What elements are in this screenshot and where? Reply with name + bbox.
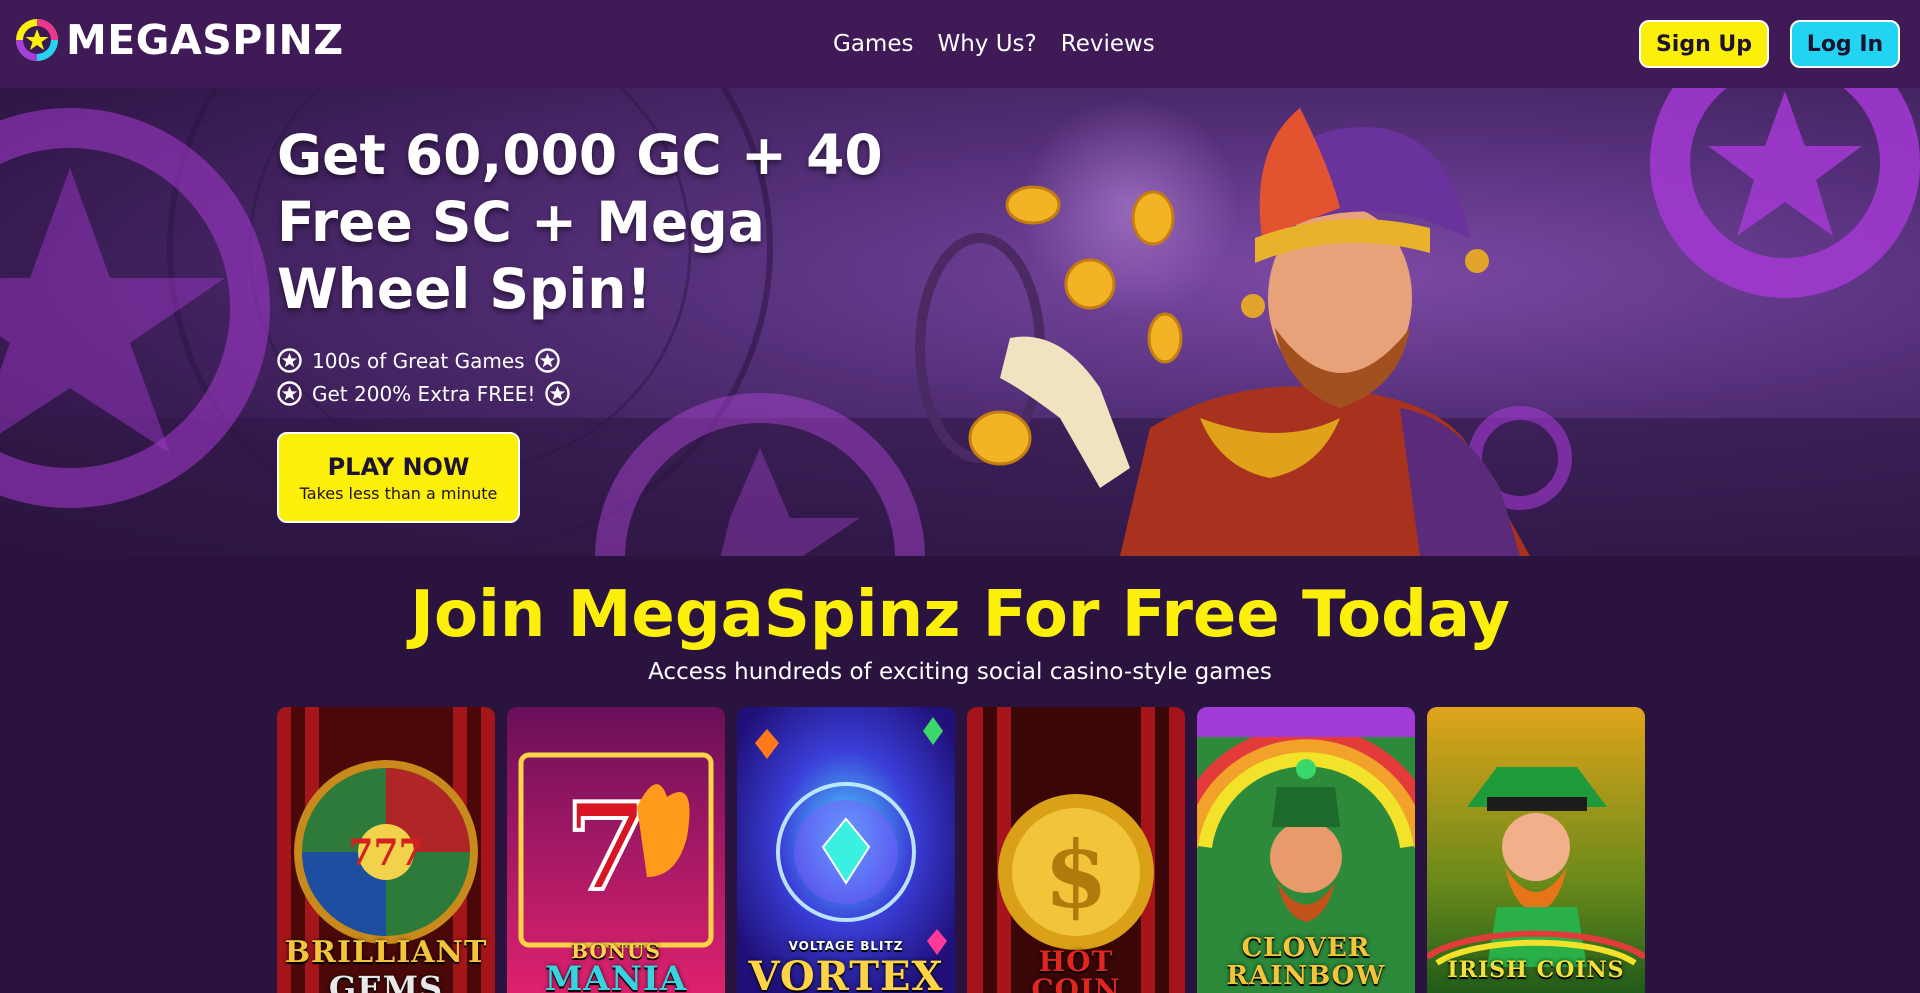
game-card-brilliant-gems[interactable]: 777 BRILLIANT GEMS: [277, 707, 495, 993]
brand-logo[interactable]: MEGASPINZ: [14, 17, 344, 63]
nav-why-us-link[interactable]: Why Us?: [937, 24, 1036, 64]
hero-banner: Get 60,000 GC + 40 Free SC + Mega Wheel …: [0, 88, 1920, 556]
star-badge-icon: [277, 381, 302, 406]
hero-bullet-list: 100s of Great Games Get 200% Extra FREE!: [277, 344, 571, 410]
game-card-clover-rainbow[interactable]: CLOVER RAINBOW: [1197, 707, 1415, 993]
game-title-line2: COIN: [1031, 973, 1121, 993]
svg-text:7: 7: [565, 777, 649, 918]
star-badge-icon: [545, 381, 571, 406]
hero-bullet-text: Get 200% Extra FREE!: [312, 381, 536, 406]
join-heading: Join MegaSpinz For Free Today: [410, 578, 1510, 652]
game-title-line2: VORTEX: [748, 953, 944, 993]
game-title-line1: CLOVER: [1241, 933, 1371, 963]
game-card-row: 777 BRILLIANT GEMS 7 BONUS MANIA VOLTAGE…: [277, 707, 1645, 993]
star-badge-icon: [277, 348, 302, 373]
play-now-button[interactable]: PLAY NOW Takes less than a minute: [277, 432, 520, 523]
game-title-line2: MANIA: [544, 959, 688, 993]
sign-up-button[interactable]: Sign Up: [1639, 20, 1769, 68]
hero-bullet-item: Get 200% Extra FREE!: [277, 377, 571, 410]
join-subheading: Access hundreds of exciting social casin…: [648, 659, 1272, 685]
hero-headline: Get 60,000 GC + 40 Free SC + Mega Wheel …: [277, 123, 883, 321]
play-now-sublabel: Takes less than a minute: [299, 483, 498, 503]
game-title-line1: BRILLIANT: [284, 935, 488, 970]
nav-games-link[interactable]: Games: [833, 24, 913, 64]
svg-text:$: $: [1044, 821, 1108, 929]
log-in-button[interactable]: Log In: [1790, 20, 1900, 68]
game-card-hot-coin[interactable]: $ HOT COIN: [967, 707, 1185, 993]
game-card-bonus-mania[interactable]: 7 BONUS MANIA: [507, 707, 725, 993]
game-title-line2: GEMS: [328, 969, 444, 993]
play-now-label: PLAY NOW: [327, 452, 470, 481]
star-badge-icon: [534, 348, 560, 373]
hero-bullet-item: 100s of Great Games: [277, 344, 570, 377]
game-title-line1: IRISH COINS: [1447, 957, 1625, 983]
wheel-star-logo-icon: [16, 19, 58, 61]
nav-reviews-link[interactable]: Reviews: [1061, 24, 1155, 64]
hero-bullet-text: 100s of Great Games: [312, 348, 525, 373]
site-header: MEGASPINZ Games Why Us? Reviews Sign Up …: [0, 0, 1920, 88]
game-title-line1: VOLTAGE BLITZ: [788, 939, 904, 953]
brand-name: MEGASPINZ: [66, 16, 344, 64]
main-nav: Games Why Us? Reviews: [833, 24, 1155, 64]
irish-coins-art: [1427, 707, 1645, 993]
svg-text:777: 777: [348, 832, 423, 874]
game-card-irish-coins[interactable]: IRISH COINS: [1427, 707, 1645, 993]
game-title-line2: RAINBOW: [1226, 961, 1386, 991]
game-card-vortex[interactable]: VOLTAGE BLITZ VORTEX: [737, 707, 955, 993]
